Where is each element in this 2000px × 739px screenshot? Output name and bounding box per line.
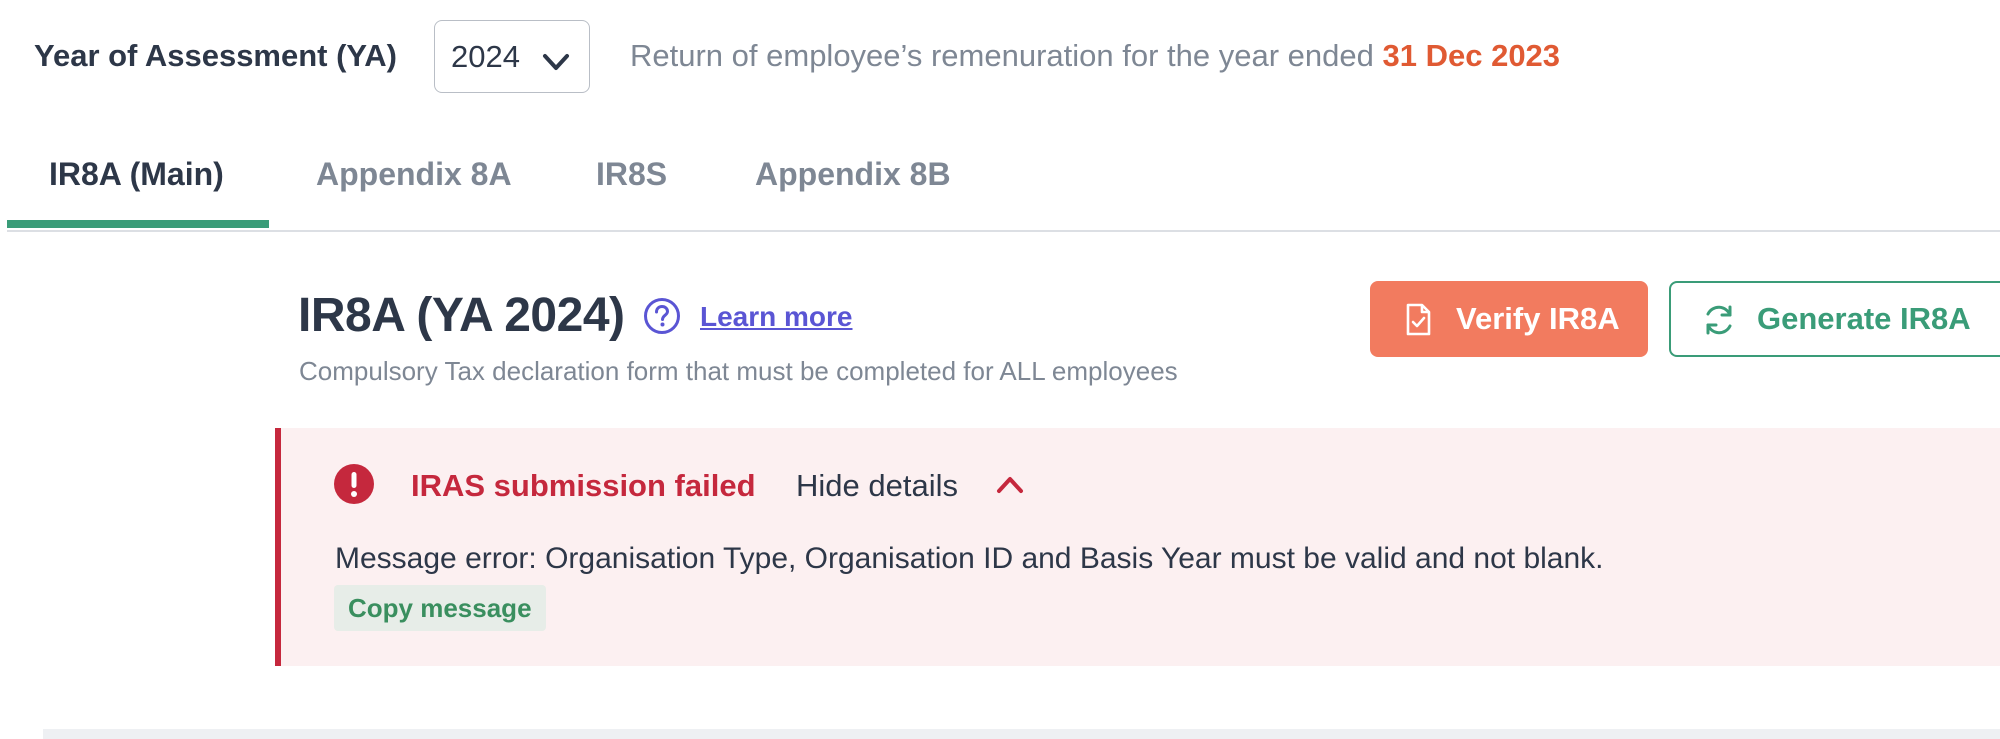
help-circle-icon[interactable] [643,297,681,340]
tab-ir8a-main[interactable]: IR8A (Main) [49,156,224,230]
tab-ir8s[interactable]: IR8S [596,156,667,230]
error-title: IRAS submission failed [411,468,756,503]
ya-description-text: Return of employee’s remenuration for th… [630,38,1374,73]
verify-ir8a-label: Verify IR8A [1456,301,1620,336]
verify-ir8a-button[interactable]: Verify IR8A [1370,281,1648,357]
copy-message-button[interactable]: Copy message [334,585,546,631]
alert-circle-icon [333,463,375,510]
refresh-icon [1701,302,1737,346]
content-divider [43,729,2000,739]
hide-details-toggle[interactable]: Hide details [796,468,958,504]
ya-select[interactable]: 2024 [434,20,590,93]
page: Year of Assessment (YA) 2024 Return of e… [0,0,2000,739]
generate-ir8a-label: Generate IR8A [1757,301,1971,336]
ya-label: Year of Assessment (YA) [34,38,397,73]
form-title: IR8A (YA 2024) [298,289,625,342]
tab-appendix-8a[interactable]: Appendix 8A [316,156,512,230]
generate-ir8a-button[interactable]: Generate IR8A [1669,281,2000,357]
chevron-up-icon[interactable] [995,474,1025,501]
chevron-down-icon [541,45,571,81]
error-message: Message error: Organisation Type, Organi… [335,542,1604,575]
tab-appendix-8b[interactable]: Appendix 8B [755,156,951,230]
tab-bar: IR8A (Main) Appendix 8A IR8S Appendix 8B [7,140,2000,232]
ya-description: Return of employee’s remenuration for th… [630,38,1560,74]
form-subtitle: Compulsory Tax declaration form that mus… [299,356,1178,386]
learn-more-link[interactable]: Learn more [700,301,853,333]
active-tab-indicator [7,220,269,228]
ya-select-value: 2024 [451,38,520,74]
ya-description-date: 31 Dec 2023 [1382,38,1561,73]
file-check-icon [1404,303,1432,345]
error-alert: IRAS submission failed Hide details Mess… [275,428,2000,666]
